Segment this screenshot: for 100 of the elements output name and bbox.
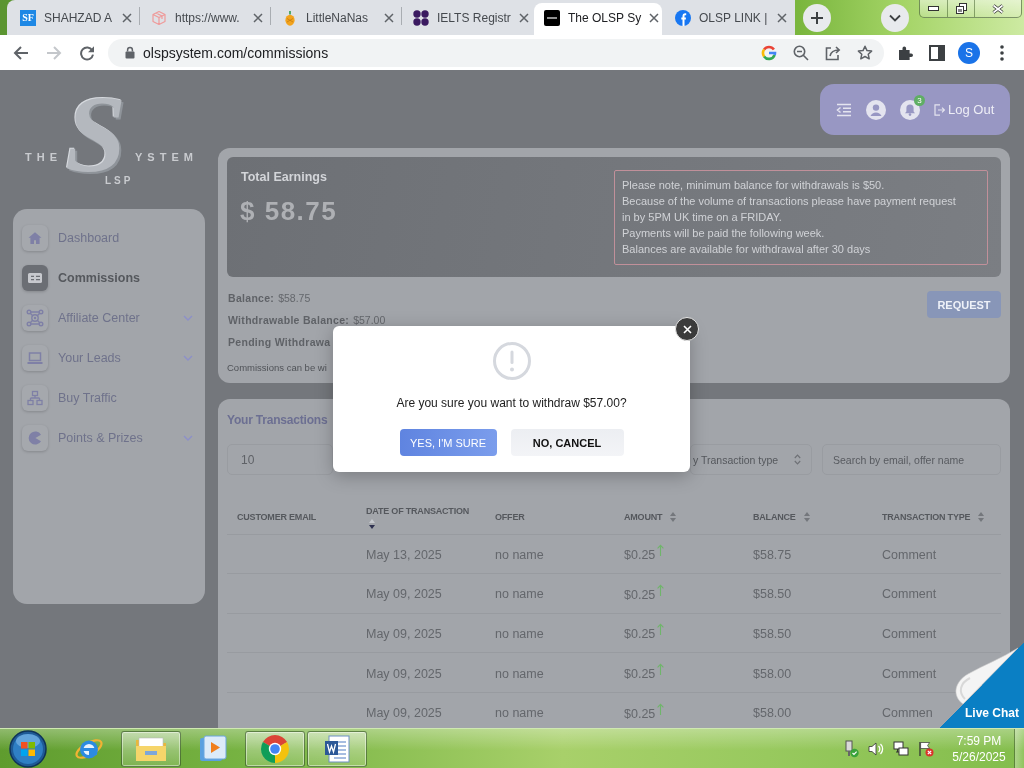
table-cell: no name [495,666,544,681]
logout-icon [934,103,945,116]
document-icon [324,734,350,763]
notice-text: Because of the volume of transactions please have payment request in by 5PM UK time on a FRIDAY. [622,194,957,225]
table-cell: $58.75 [753,547,792,562]
share-icon[interactable] [825,44,841,61]
box-icon [151,9,167,26]
puzzle-icon[interactable] [898,44,914,61]
dialog-message: Are you sure you want to withdraw $57.00? [396,396,627,410]
table-cell: Commen [882,706,933,721]
column-header[interactable]: BALANCE [753,511,810,522]
clock-date: 5/26/2025 [952,748,1006,765]
show-desktop-button[interactable] [1014,728,1024,768]
table-cell: $58.50 [753,627,792,641]
balance-label: Withdrawable Balance: [228,314,350,326]
sidebar-item[interactable]: Commissions [22,258,193,298]
g-logo-icon[interactable] [761,44,777,61]
start-orb-icon[interactable] [9,729,47,768]
close-icon[interactable] [518,12,529,23]
request-button[interactable]: REQUEST [927,291,1001,318]
star-icon[interactable] [857,44,873,61]
table-cell: $58.00 [753,666,792,681]
notice-text: Balances are available for withdrawal after 30 days [622,242,872,257]
taskbar-button[interactable] [307,730,367,767]
logout-link[interactable]: Log Out [934,102,995,117]
browser-tab[interactable]: SF SHAHZAD A [10,3,138,35]
chevron-down-icon [889,13,901,22]
column-header[interactable]: TRANSACTION TYPE [882,511,985,522]
balance-label: Balance: [228,292,275,304]
column-header[interactable]: AMOUNT [624,511,677,522]
table-cell: $0.25 [624,587,656,602]
speaker-icon[interactable] [868,740,884,757]
close-icon[interactable] [384,12,394,23]
balance-value: $58.75 [278,292,311,304]
new-tab-button[interactable] [803,3,831,32]
table-cell: $0.25 [624,706,656,721]
table-cell: Comment [882,547,937,562]
lock-icon [125,46,135,59]
confirm-button[interactable]: YES, I'M SURE [399,429,497,456]
address-bar[interactable]: olspsystem.com/commissions [108,38,884,67]
laptop-icon [22,345,48,371]
close-icon[interactable] [122,12,132,23]
close-icon[interactable] [253,12,263,23]
table-cell: May 13, 2025 [366,547,442,562]
earnings-title: Total Earnings [240,170,328,184]
plug-check-icon[interactable] [843,739,859,758]
logo-letter: S [65,95,127,173]
zoom-out-icon[interactable] [793,44,809,61]
table-cell: no name [495,627,544,641]
logo-tile-icon [544,9,560,26]
notice-text: Please note, minimum balance for withdrawals is $50. [622,178,886,193]
ring-logo-icon [261,734,289,763]
table-cell: Comment [882,587,937,602]
table-cell: Comment [882,627,937,641]
browser-tab[interactable]: IELTS Registr [403,3,531,35]
side-panel-icon[interactable] [929,44,945,61]
table-cell: Comment [882,666,937,681]
circle-f-icon [675,9,691,26]
table-cell: no name [495,547,544,562]
table-cell: no name [495,706,544,721]
browser-tab[interactable]: OLSP LINK | [665,3,793,35]
page-size-select[interactable]: 10 [227,444,333,475]
reload-icon[interactable] [79,44,95,61]
favicon: SF [20,9,36,26]
table-cell: $58.50 [753,587,792,602]
dots-icon [413,9,429,26]
table-cell: $0.25 [624,667,656,682]
taskbar-button[interactable] [245,730,305,767]
logo-text: LSP [105,174,134,187]
browser-tab[interactable]: LittleNaNas [272,3,400,35]
live-chat-button[interactable]: Live Chat [940,642,1024,728]
table-cell: May 09, 2025 [366,666,442,681]
cancel-button[interactable]: NO, CANCEL [510,429,624,456]
notification-badge: 3 [914,94,925,106]
table-cell: May 09, 2025 [366,627,442,641]
table-cell: no name [495,587,544,602]
taskbar-button[interactable] [121,730,181,767]
monitor-icon[interactable] [893,740,909,757]
play-icon [199,734,227,763]
house-icon [22,225,48,251]
browser-tab[interactable]: The OLSP Sy [534,3,662,35]
tab-list-button[interactable] [881,3,909,32]
column-header[interactable]: DATE OF TRANSACTION [366,506,470,530]
close-icon[interactable] [649,12,660,23]
flag-x-icon[interactable] [918,740,934,757]
kebab-menu-icon[interactable] [1000,44,1004,61]
search-field[interactable]: Search by email, offer name [822,444,1001,475]
minimize-icon [928,6,939,11]
balance-label: Pending Withdrawa [228,336,331,348]
close-icon[interactable] [777,12,787,23]
arrow-left-icon[interactable] [13,45,29,60]
table-cell: May 09, 2025 [366,587,442,602]
browser-tab[interactable]: https://www. [141,3,269,35]
column-header: CUSTOMER EMAIL [237,511,317,522]
notice-text: Payments will be paid the following week. [622,226,826,241]
earnings-amount: $ 58.75 [240,196,338,227]
exclamation-icon [492,342,531,380]
profile-button[interactable]: S [958,41,980,64]
type-filter-select[interactable]: y Transaction type [690,444,812,475]
folder-icon [135,735,167,762]
